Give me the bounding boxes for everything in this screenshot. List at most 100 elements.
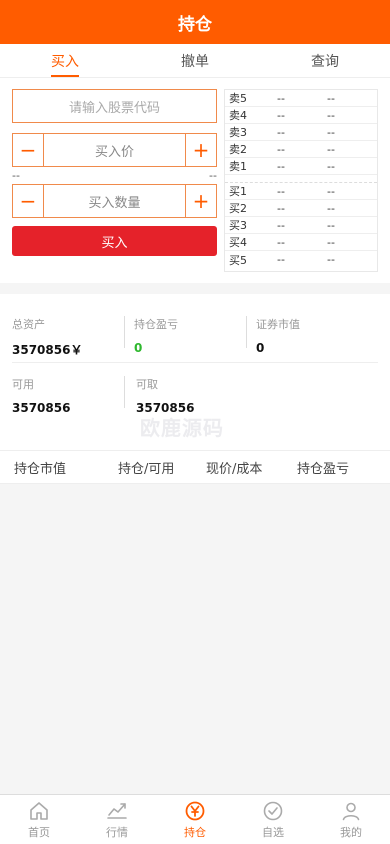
ask-price: -- — [277, 108, 285, 122]
ask-row: 卖3 -- -- — [225, 124, 377, 141]
nav-market[interactable]: 行情 — [78, 795, 156, 844]
positions-list — [0, 484, 390, 794]
bid-label: 买1 — [229, 185, 247, 198]
ask-volume: -- — [327, 125, 335, 139]
bid-price: -- — [277, 253, 285, 266]
price-minus-button[interactable]: − — [13, 134, 44, 166]
column-header: 持仓盈亏 — [297, 461, 350, 477]
ask-row: 卖1 -- -- — [225, 158, 377, 175]
nav-label: 自选 — [262, 825, 284, 839]
available-funds: 可用 3570856 — [12, 376, 70, 415]
bid-volume: -- — [327, 253, 335, 266]
ask-row: 卖4 -- -- — [225, 107, 377, 124]
price-limits: -- -- — [12, 167, 217, 184]
bid-label: 买5 — [229, 253, 247, 267]
quantity-stepper: − 买入数量 + — [12, 184, 217, 218]
order-book-divider — [225, 175, 377, 183]
ask-row: 卖2 -- -- — [225, 141, 377, 158]
bid-price: -- — [277, 201, 285, 215]
column-header: 现价/成本 — [206, 461, 263, 477]
total-assets-value: 3570856￥ — [12, 343, 83, 357]
bid-volume: -- — [327, 235, 335, 249]
ask-label: 卖1 — [229, 160, 247, 173]
bid-volume: -- — [327, 218, 335, 232]
nav-watchlist[interactable]: 自选 — [234, 795, 312, 844]
bid-label: 买3 — [229, 219, 247, 232]
home-icon — [28, 800, 50, 822]
total-assets: 总资产 3570856￥ — [12, 316, 82, 358]
positions-table-header: 持仓市值 持仓/可用 现价/成本 持仓盈亏 — [0, 450, 390, 484]
ask-volume: -- — [327, 91, 335, 105]
ask-price: -- — [277, 91, 285, 105]
quantity-minus-button[interactable]: − — [13, 185, 44, 217]
user-icon — [340, 800, 362, 822]
ask-label: 卖3 — [229, 126, 247, 139]
nav-home[interactable]: 首页 — [0, 795, 78, 844]
bid-label: 买2 — [229, 202, 247, 215]
ask-price: -- — [277, 142, 285, 156]
ask-label: 卖2 — [229, 143, 247, 156]
bid-price: -- — [277, 235, 285, 249]
withdrawable-funds: 可取 3570856 — [136, 376, 194, 415]
bid-row: 买3 -- -- — [225, 217, 377, 234]
ask-label: 卖4 — [229, 109, 247, 122]
bid-price: -- — [277, 218, 285, 232]
nav-positions[interactable]: 持仓 — [156, 795, 234, 844]
bid-price: -- — [277, 184, 285, 198]
watermark-text: 欧鹿源码 — [140, 416, 224, 440]
position-pnl-label: 持仓盈亏 — [134, 318, 178, 331]
limit-up-value: -- — [209, 169, 217, 182]
bottom-nav: 首页 行情 持仓 自选 我的 — [0, 794, 390, 844]
ask-price: -- — [277, 125, 285, 139]
withdrawable-funds-label: 可取 — [136, 378, 158, 391]
tab-cancel-order[interactable]: 撤单 — [130, 44, 260, 77]
available-funds-value: 3570856 — [12, 401, 71, 415]
order-form: 请输入股票代码 − 买入价 + -- -- − 买入数量 + 买入 — [12, 89, 217, 256]
position-pnl: 持仓盈亏 0 — [134, 316, 178, 355]
ask-row: 卖5 -- -- — [225, 90, 377, 107]
ask-volume: -- — [327, 142, 335, 156]
column-header: 持仓/可用 — [118, 461, 175, 477]
bid-row: 买4 -- -- — [225, 234, 377, 251]
ask-label: 卖5 — [229, 92, 247, 105]
ask-price: -- — [277, 159, 285, 173]
securities-market-value: 证券市值 0 — [256, 316, 300, 355]
app-header: 持仓 — [0, 0, 390, 44]
bid-volume: -- — [327, 201, 335, 215]
trade-tabs: 买入 撤单 查询 — [0, 44, 390, 78]
available-funds-label: 可用 — [12, 378, 34, 391]
order-book: 卖5 -- -- 卖4 -- -- 卖3 -- -- 卖2 -- -- 卖1 -… — [224, 89, 378, 272]
watermark: 欧鹿源码 — [140, 412, 224, 441]
bid-row: 买2 -- -- — [225, 200, 377, 217]
tab-query[interactable]: 查询 — [260, 44, 390, 77]
column-header: 持仓市值 — [14, 461, 67, 477]
price-field[interactable]: 买入价 — [44, 134, 185, 166]
divider — [124, 316, 125, 348]
nav-label: 行情 — [106, 825, 128, 839]
total-assets-label: 总资产 — [12, 318, 45, 331]
securities-market-value-label: 证券市值 — [256, 318, 300, 331]
position-pnl-value: 0 — [134, 341, 143, 355]
price-plus-button[interactable]: + — [185, 134, 216, 166]
chart-icon — [106, 800, 128, 822]
quantity-plus-button[interactable]: + — [185, 185, 216, 217]
stock-code-input[interactable]: 请输入股票代码 — [12, 89, 217, 123]
nav-label: 首页 — [28, 825, 50, 839]
securities-market-value-value: 0 — [256, 341, 265, 355]
ask-volume: -- — [327, 159, 335, 173]
bid-row: 买1 -- -- — [225, 183, 377, 200]
divider — [12, 362, 378, 363]
nav-mine[interactable]: 我的 — [312, 795, 390, 844]
buy-button[interactable]: 买入 — [12, 226, 217, 256]
divider — [124, 376, 125, 408]
nav-label: 我的 — [340, 825, 362, 839]
divider — [246, 316, 247, 348]
yen-icon — [184, 800, 206, 822]
bid-label: 买4 — [229, 236, 247, 249]
limit-down-value: -- — [12, 169, 20, 182]
tab-buy[interactable]: 买入 — [0, 44, 130, 77]
check-circle-icon — [262, 800, 284, 822]
bid-row: 买5 -- -- — [225, 251, 377, 268]
price-stepper: − 买入价 + — [12, 133, 217, 167]
quantity-field[interactable]: 买入数量 — [44, 185, 185, 217]
